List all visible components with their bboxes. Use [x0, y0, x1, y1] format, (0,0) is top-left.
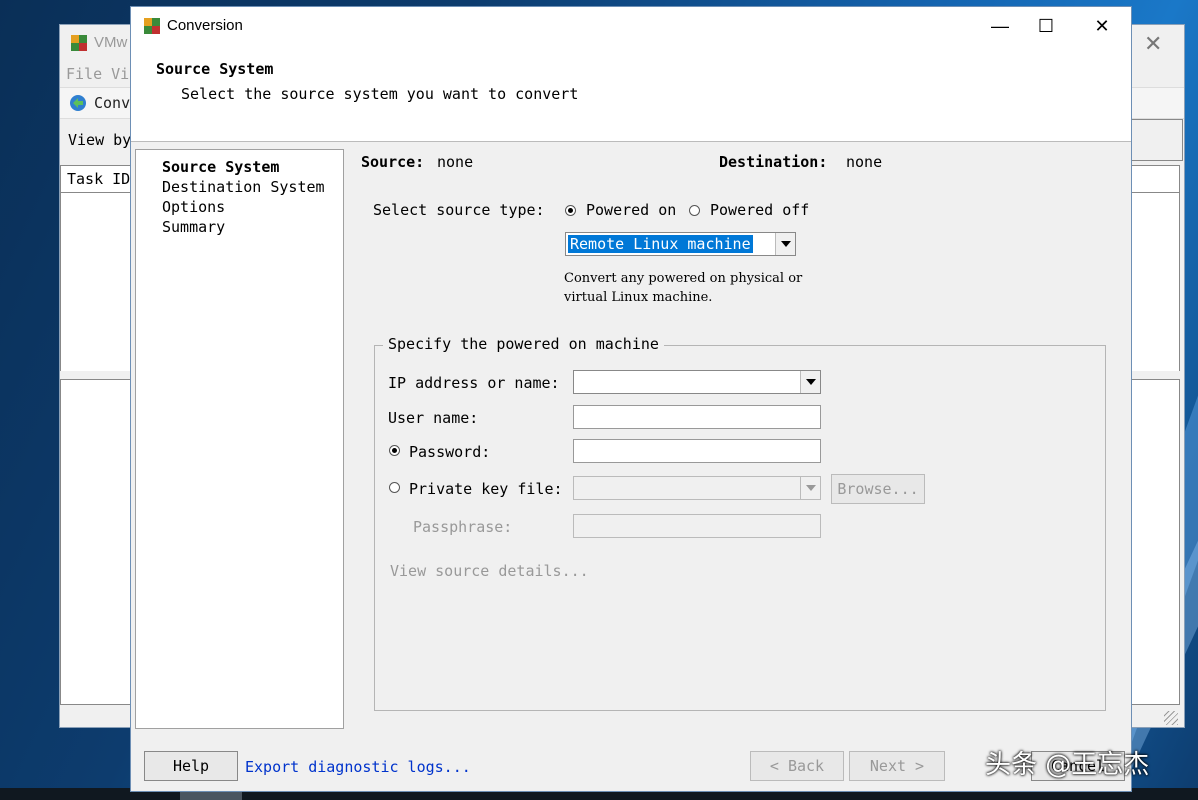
ip-label: IP address or name: [388, 374, 560, 392]
dialog-title: Conversion [167, 17, 243, 34]
page-title: Source System [156, 60, 274, 78]
destination-value: none [846, 153, 883, 171]
source-description-line2: virtual Linux machine. [564, 290, 713, 305]
chevron-down-icon[interactable] [775, 233, 795, 255]
conversion-app-icon [144, 18, 160, 34]
browse-button[interactable]: Browse... [831, 474, 925, 504]
powered-off-label[interactable]: Powered off [710, 201, 809, 219]
convert-machine-icon[interactable] [68, 93, 88, 113]
user-name-input[interactable] [573, 405, 821, 429]
view-source-details-link[interactable]: View source details... [390, 562, 589, 580]
powered-on-machine-group: Specify the powered on machine IP addres… [374, 335, 1106, 711]
maximize-icon[interactable]: ☐ [1023, 11, 1069, 41]
resize-grip-icon[interactable] [1164, 711, 1178, 725]
wizard-header: Source System Select the source system y… [131, 45, 1131, 142]
close-icon[interactable]: ✕ [1079, 11, 1125, 41]
destination-label: Destination: [719, 153, 828, 171]
step-source-system[interactable]: Source System [162, 158, 279, 176]
powered-off-radio[interactable] [689, 205, 700, 216]
watermark: 头条 @王忘杰 [985, 750, 1150, 780]
source-value: none [437, 153, 474, 171]
menu-bar[interactable]: File Vi [66, 65, 129, 83]
passphrase-input[interactable] [573, 514, 821, 538]
minimize-icon[interactable]: — [977, 11, 1023, 41]
user-name-label: User name: [388, 409, 479, 427]
view-by-label: View by [68, 131, 132, 149]
passphrase-label: Passphrase: [413, 518, 513, 536]
powered-on-radio[interactable] [565, 205, 576, 216]
password-radio[interactable] [389, 445, 400, 456]
step-destination-system[interactable]: Destination System [162, 178, 325, 196]
back-button[interactable]: < Back [750, 751, 844, 781]
wizard-content: Source: none Destination: none Select so… [359, 149, 1129, 739]
source-type-label: Select source type: [373, 201, 545, 219]
wizard-steps: Source System Destination System Options… [135, 149, 344, 729]
page-subtitle: Select the source system you want to con… [181, 85, 579, 103]
private-key-file-combo[interactable] [573, 476, 821, 500]
password-input[interactable] [573, 439, 821, 463]
window-title: VMw [94, 34, 128, 51]
help-button[interactable]: Help [144, 751, 238, 781]
chevron-down-icon[interactable] [800, 371, 820, 393]
machine-type-select[interactable]: Remote Linux machine [565, 232, 796, 256]
filter-box [1132, 119, 1183, 161]
powered-on-label[interactable]: Powered on [586, 201, 676, 219]
password-label[interactable]: Password: [409, 443, 490, 461]
chevron-down-icon[interactable] [800, 477, 820, 499]
ip-address-combo[interactable] [573, 370, 821, 394]
next-button[interactable]: Next > [849, 751, 945, 781]
group-title: Specify the powered on machine [383, 335, 664, 353]
column-task-id[interactable]: Task ID [67, 170, 130, 188]
export-diagnostic-logs-link[interactable]: Export diagnostic logs... [245, 758, 471, 776]
private-key-label[interactable]: Private key file: [409, 480, 563, 498]
vmware-logo-icon [71, 35, 87, 51]
machine-type-value: Remote Linux machine [568, 235, 753, 253]
source-description-line1: Convert any powered on physical or [564, 271, 803, 286]
conversion-dialog: Conversion — ☐ ✕ Source System Select th… [130, 6, 1132, 792]
convert-machine-button[interactable]: Conv [94, 94, 130, 112]
close-icon[interactable]: ✕ [1144, 31, 1162, 57]
private-key-radio[interactable] [389, 482, 400, 493]
dialog-titlebar: Conversion — ☐ ✕ [131, 7, 1131, 45]
source-label: Source: [361, 153, 425, 171]
step-options[interactable]: Options [162, 198, 225, 216]
step-summary[interactable]: Summary [162, 218, 225, 236]
